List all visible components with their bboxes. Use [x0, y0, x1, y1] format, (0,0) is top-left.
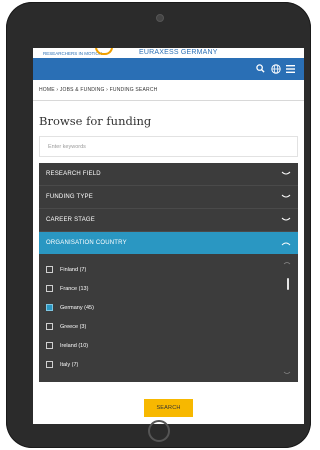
option-label: France (13): [60, 285, 89, 292]
filter-panel: RESEARCH FIELD FUNDING TYPE CAREER STAGE…: [39, 163, 298, 382]
option-label: Ireland (10): [60, 342, 89, 349]
filter-label: ORGANISATION COUNTRY: [46, 240, 127, 246]
chevron-up-icon: [281, 242, 291, 246]
top-navbar: [33, 58, 304, 80]
list-item[interactable]: France (13): [39, 279, 298, 298]
filter-funding-type[interactable]: FUNDING TYPE: [39, 186, 298, 209]
list-item[interactable]: Ireland (10): [39, 336, 298, 355]
scrollbar-thumb[interactable]: [287, 278, 289, 290]
search-icon[interactable]: [255, 63, 266, 74]
filter-label: CAREER STAGE: [46, 217, 95, 223]
camera-dot: [155, 14, 164, 22]
option-label: Greece (3): [60, 323, 87, 330]
keyword-search-box: [39, 136, 298, 157]
filter-career-stage[interactable]: CAREER STAGE: [39, 209, 298, 232]
breadcrumb[interactable]: HOME › JOBS & FUNDING › FUNDING SEARCH: [33, 80, 304, 93]
divider: [33, 100, 304, 101]
list-item[interactable]: Italy (7): [39, 355, 298, 374]
screen: RESEARCHERS IN MOTION EURAXESS GERMANY H…: [33, 48, 304, 424]
filter-label: FUNDING TYPE: [46, 194, 93, 200]
search-button[interactable]: SEARCH: [144, 399, 193, 417]
chevron-down-icon: [281, 217, 291, 221]
tablet-frame: RESEARCHERS IN MOTION EURAXESS GERMANY H…: [6, 2, 311, 448]
checkbox[interactable]: [46, 285, 53, 292]
keyword-input[interactable]: [46, 142, 297, 151]
brand-tagline: RESEARCHERS IN MOTION: [43, 51, 103, 56]
checkbox[interactable]: [46, 361, 53, 368]
filter-organisation-country[interactable]: ORGANISATION COUNTRY: [39, 232, 298, 254]
chevron-down-icon: [281, 194, 291, 198]
option-label: Germany (45): [60, 304, 94, 311]
checkbox[interactable]: [46, 266, 53, 273]
home-button[interactable]: [147, 420, 170, 442]
list-item[interactable]: Greece (3): [39, 317, 298, 336]
menu-icon[interactable]: [285, 63, 296, 74]
filter-research-field[interactable]: RESEARCH FIELD: [39, 163, 298, 186]
checkbox[interactable]: [46, 342, 53, 349]
globe-icon[interactable]: [270, 63, 281, 74]
option-label: Finland (7): [60, 266, 87, 273]
brand-name[interactable]: EURAXESS GERMANY: [139, 49, 218, 56]
brand-bar: RESEARCHERS IN MOTION EURAXESS GERMANY: [33, 48, 304, 58]
chevron-down-icon: [281, 171, 291, 175]
filter-label: RESEARCH FIELD: [46, 171, 101, 177]
checkbox[interactable]: [46, 323, 53, 330]
option-label: Italy (7): [60, 361, 79, 368]
list-item[interactable]: Finland (7): [39, 260, 298, 279]
country-options-list: Finland (7) France (13) Germany (45) Gre…: [39, 254, 298, 382]
list-item[interactable]: Germany (45): [39, 298, 298, 317]
page-title: Browse for funding: [39, 114, 152, 128]
checkbox[interactable]: [46, 304, 53, 311]
scroll-down-icon[interactable]: [283, 371, 291, 376]
scroll-up-icon[interactable]: [283, 260, 291, 265]
